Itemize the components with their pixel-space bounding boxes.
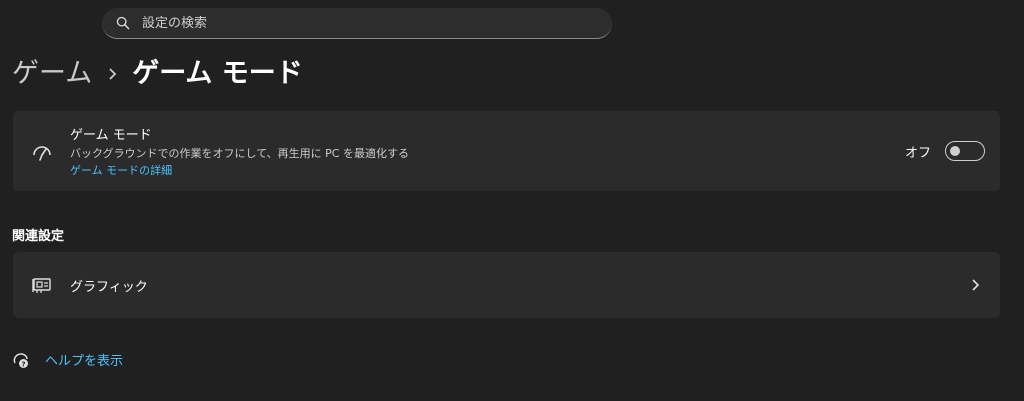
graphics-card-icon <box>32 278 51 293</box>
search-input[interactable] <box>142 15 582 31</box>
help-icon: ? <box>13 352 28 368</box>
breadcrumb-chevron-icon <box>108 66 118 82</box>
help-link[interactable]: ? ヘルプを表示 <box>12 350 123 369</box>
game-mode-title: ゲーム モード <box>70 128 152 143</box>
search-icon <box>116 16 130 30</box>
page-title: ゲーム モード <box>132 58 303 89</box>
help-label: ヘルプを表示 <box>45 354 124 369</box>
search-box[interactable] <box>102 8 612 39</box>
game-mode-learn-more-link[interactable]: ゲーム モードの詳細 <box>70 162 172 178</box>
game-mode-description: バックグラウンドでの作業をオフにして、再生用に PC を最適化する <box>70 147 409 160</box>
toggle-state-label: オフ <box>904 145 931 161</box>
game-mode-toggle-group: オフ <box>905 141 985 161</box>
svg-text:?: ? <box>21 360 25 368</box>
breadcrumb-parent[interactable]: ゲーム <box>12 54 92 94</box>
graphics-settings-item[interactable]: グラフィック <box>13 252 1000 318</box>
related-settings-heading: 関連設定 <box>12 229 65 244</box>
chevron-right-icon <box>972 279 980 291</box>
game-mode-toggle[interactable] <box>945 141 985 161</box>
game-mode-gauge-icon <box>33 146 51 161</box>
game-mode-card: ゲーム モード バックグラウンドでの作業をオフにして、再生用に PC を最適化す… <box>13 111 1000 191</box>
graphics-label: グラフィック <box>70 280 148 295</box>
breadcrumb: ゲーム ゲーム モード <box>12 54 303 94</box>
toggle-knob <box>950 146 960 156</box>
